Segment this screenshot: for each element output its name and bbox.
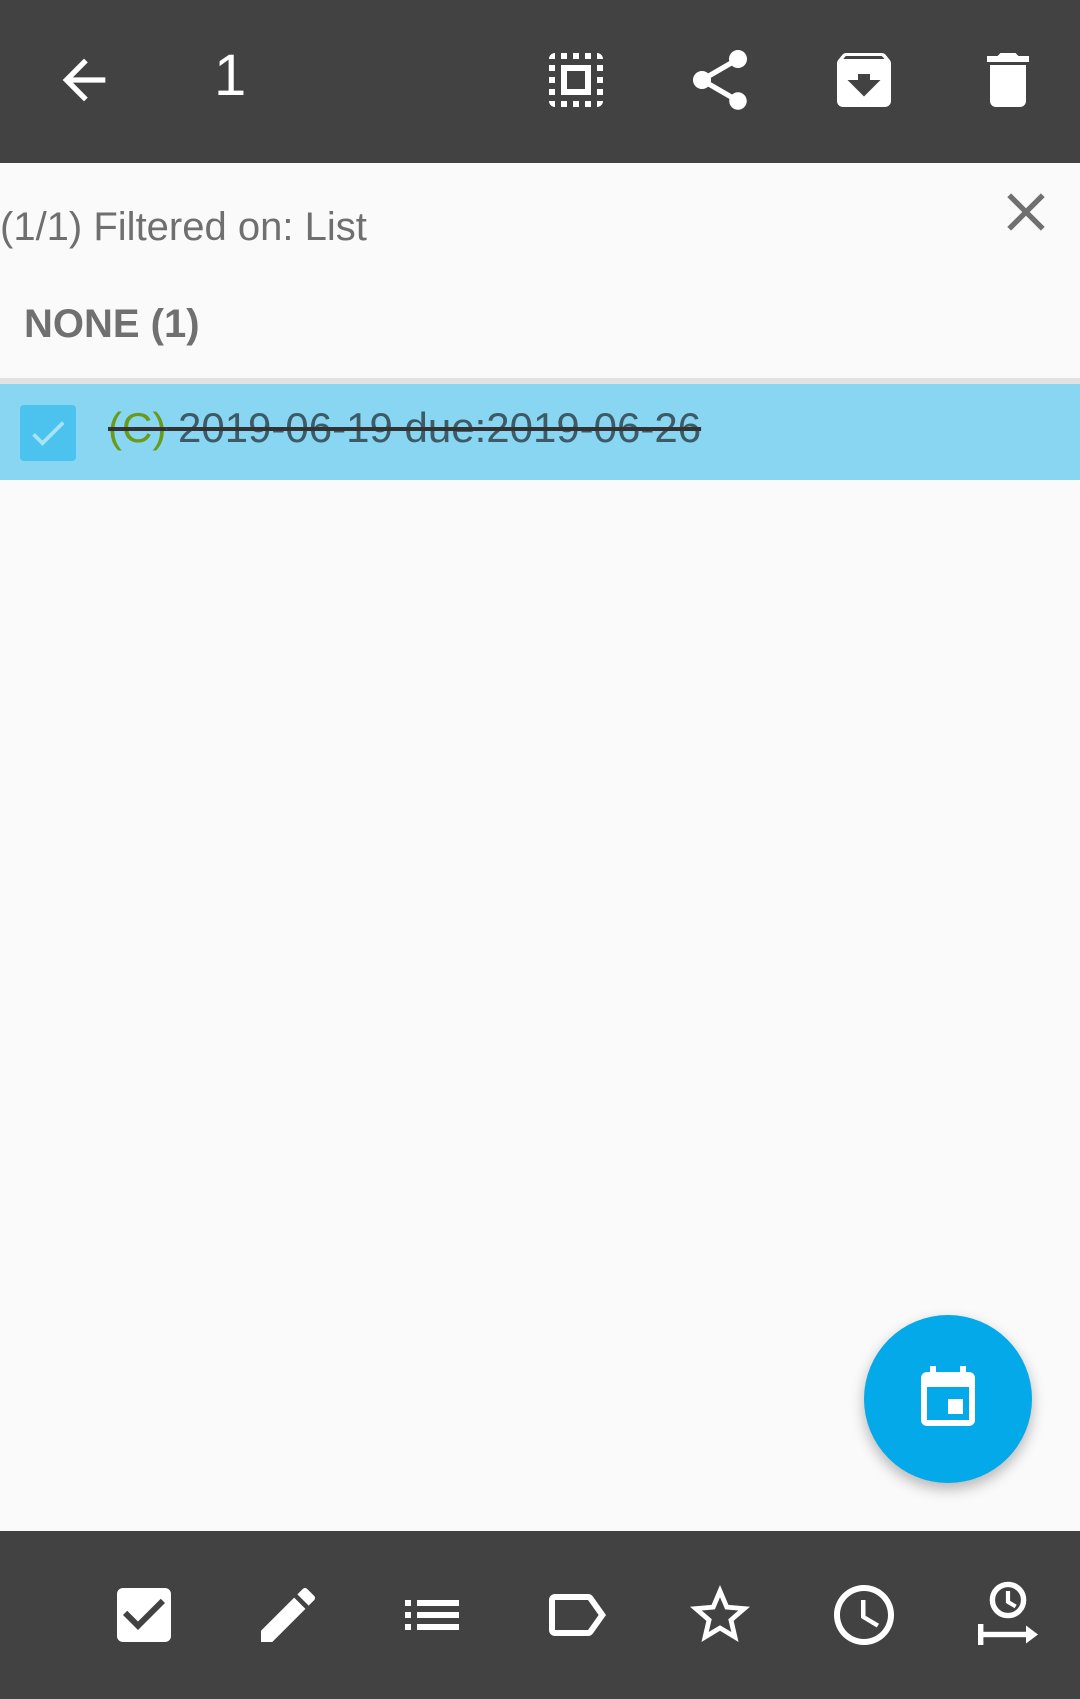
delete-icon[interactable] <box>972 44 1044 116</box>
task-body: 2019-06-19 due:2019-06-26 <box>177 404 702 451</box>
calendar-fab-button[interactable] <box>864 1315 1032 1483</box>
edit-pencil-icon[interactable] <box>252 1579 324 1651</box>
task-priority: (C) <box>108 404 167 451</box>
tag-icon[interactable] <box>540 1579 612 1651</box>
complete-checkbox-icon[interactable] <box>108 1579 180 1651</box>
calendar-icon <box>921 1366 975 1426</box>
bottom-toolbar <box>0 1531 1080 1699</box>
star-icon[interactable] <box>684 1579 756 1651</box>
task-checkbox[interactable] <box>20 405 76 461</box>
checkmark-icon <box>32 421 65 446</box>
task-row[interactable]: (C) 2019-06-19 due:2019-06-26 <box>0 384 1080 480</box>
back-arrow-icon[interactable] <box>52 48 116 112</box>
filter-text[interactable]: (1/1) Filtered on: List <box>0 205 367 250</box>
archive-icon[interactable] <box>828 44 900 116</box>
action-bar: 1 <box>0 0 1080 163</box>
list-icon[interactable] <box>396 1579 468 1651</box>
select-all-icon[interactable] <box>540 44 612 116</box>
share-icon[interactable] <box>684 44 756 116</box>
clock-icon[interactable] <box>828 1579 900 1651</box>
filter-bar: (1/1) Filtered on: List <box>0 163 1080 263</box>
task-text[interactable]: (C) 2019-06-19 due:2019-06-26 <box>108 404 701 452</box>
threshold-clock-icon[interactable] <box>972 1579 1044 1651</box>
selected-count: 1 <box>214 43 247 108</box>
close-icon[interactable] <box>994 180 1058 244</box>
section-header: NONE (1) <box>24 302 200 346</box>
